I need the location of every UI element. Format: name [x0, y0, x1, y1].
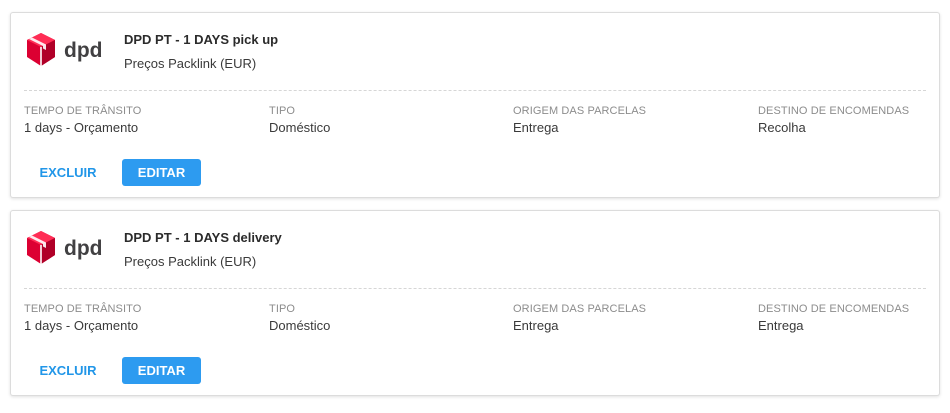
field-label: DESTINO DE ENCOMENDAS	[758, 105, 910, 117]
svg-text:dpd: dpd	[64, 39, 102, 62]
field-value: Doméstico	[269, 120, 331, 135]
edit-button[interactable]: EDITAR	[122, 159, 201, 186]
dpd-cube-icon	[27, 231, 55, 264]
field-label: TEMPO DE TRÂNSITO	[24, 303, 142, 315]
service-card: dpd DPD PT - 1 DAYS pick up Preços Packl…	[10, 12, 940, 198]
field-value: Doméstico	[269, 318, 331, 333]
dpd-logo: dpd	[26, 32, 106, 68]
service-title: DPD PT - 1 DAYS delivery	[124, 230, 282, 245]
parcel-origin-field: ORIGEM DAS PARCELAS Entrega	[513, 105, 646, 136]
field-label: TIPO	[269, 105, 296, 117]
field-value: 1 days - Orçamento	[24, 318, 139, 333]
parcel-destination-field: DESTINO DE ENCOMENDAS Recolha	[758, 105, 909, 136]
pricing-source: Preços Packlink (EUR)	[124, 56, 257, 71]
delete-button[interactable]: EXCLUIR	[29, 159, 107, 186]
field-label: ORIGEM DAS PARCELAS	[513, 303, 647, 315]
dpd-logo: dpd	[26, 230, 106, 266]
delete-button[interactable]: EXCLUIR	[29, 357, 107, 384]
transit-time-field: TEMPO DE TRÂNSITO 1 days - Orçamento	[24, 105, 141, 136]
field-value: 1 days - Orçamento	[24, 120, 139, 135]
type-field: TIPO Doméstico	[269, 303, 330, 334]
pricing-source: Preços Packlink (EUR)	[124, 254, 257, 269]
divider	[24, 288, 926, 289]
field-value: Recolha	[758, 120, 806, 135]
field-label: DESTINO DE ENCOMENDAS	[758, 303, 910, 315]
dpd-cube-icon	[27, 33, 55, 66]
svg-text:dpd: dpd	[64, 237, 102, 260]
transit-time-field: TEMPO DE TRÂNSITO 1 days - Orçamento	[24, 303, 141, 334]
divider	[24, 90, 926, 91]
field-label: TIPO	[269, 303, 296, 315]
service-card: dpd DPD PT - 1 DAYS delivery Preços Pack…	[10, 210, 940, 396]
field-label: ORIGEM DAS PARCELAS	[513, 105, 647, 117]
field-value: Entrega	[513, 120, 559, 135]
type-field: TIPO Doméstico	[269, 105, 330, 136]
field-value: Entrega	[513, 318, 559, 333]
edit-button[interactable]: EDITAR	[122, 357, 201, 384]
field-label: TEMPO DE TRÂNSITO	[24, 105, 142, 117]
service-title: DPD PT - 1 DAYS pick up	[124, 32, 279, 47]
parcel-origin-field: ORIGEM DAS PARCELAS Entrega	[513, 303, 646, 334]
field-value: Entrega	[758, 318, 804, 333]
parcel-destination-field: DESTINO DE ENCOMENDAS Entrega	[758, 303, 909, 334]
